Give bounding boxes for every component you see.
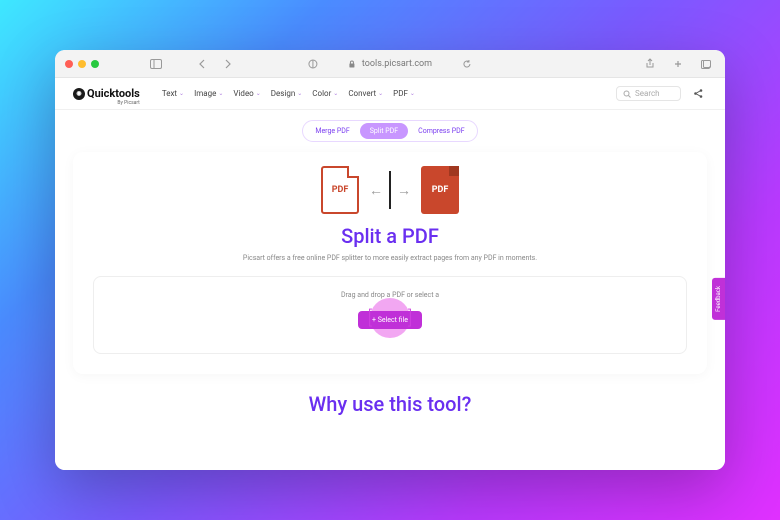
main-nav: Text⌄ Image⌄ Video⌄ Design⌄ Color⌄ Conve… — [162, 89, 415, 98]
back-icon[interactable] — [193, 55, 211, 73]
chevron-down-icon: ⌄ — [333, 90, 338, 97]
reload-icon[interactable] — [458, 55, 476, 73]
logo-icon: ◉ — [73, 88, 85, 100]
tab-split-pdf[interactable]: Split PDF — [360, 123, 408, 139]
tool-tabs: Merge PDF Split PDF Compress PDF — [55, 110, 725, 152]
arrow-left-icon: ← — [369, 182, 383, 199]
search-placeholder: Search — [635, 89, 660, 98]
minimize-icon[interactable] — [78, 60, 86, 68]
tab-merge-pdf[interactable]: Merge PDF — [305, 123, 359, 139]
chevron-down-icon: ⌄ — [218, 90, 223, 97]
illustration: PDF ← → PDF — [93, 166, 687, 214]
main-card: PDF ← → PDF Split a PDF Picsart offers a… — [73, 152, 707, 374]
feedback-tab[interactable]: Feedback — [712, 278, 725, 320]
new-tab-icon[interactable] — [669, 55, 687, 73]
tabs-icon[interactable] — [697, 55, 715, 73]
address-bar[interactable]: tools.picsart.com — [304, 55, 476, 73]
forward-icon[interactable] — [219, 55, 237, 73]
why-heading: Why use this tool? — [55, 392, 725, 416]
page-subtitle: Picsart offers a free online PDF splitte… — [93, 254, 687, 262]
dropzone[interactable]: Drag and drop a PDF or select a [] + Sel… — [93, 276, 687, 354]
chevron-down-icon: ⌄ — [256, 90, 261, 97]
close-icon[interactable] — [65, 60, 73, 68]
chevron-down-icon: ⌄ — [410, 90, 415, 97]
chevron-down-icon: ⌄ — [378, 90, 383, 97]
pdf-outline-icon: PDF — [321, 166, 359, 214]
divider-icon — [389, 171, 391, 209]
share-icon[interactable] — [641, 55, 659, 73]
nav-text[interactable]: Text⌄ — [162, 89, 184, 98]
page-content: ◉ Quicktools By Picsart Text⌄ Image⌄ Vid… — [55, 78, 725, 470]
nav-color[interactable]: Color⌄ — [312, 89, 338, 98]
url-text: tools.picsart.com — [362, 59, 432, 69]
logo-text: Quicktools — [87, 87, 140, 100]
nav-video[interactable]: Video⌄ — [233, 89, 260, 98]
shield-icon — [304, 55, 322, 73]
chevron-down-icon: ⌄ — [297, 90, 302, 97]
chevron-down-icon: ⌄ — [179, 90, 184, 97]
lock-icon — [348, 60, 356, 68]
pdf-solid-icon: PDF — [421, 166, 459, 214]
traffic-lights — [65, 60, 99, 68]
titlebar: tools.picsart.com — [55, 50, 725, 78]
search-input[interactable]: Search — [616, 86, 681, 101]
tab-compress-pdf[interactable]: Compress PDF — [408, 123, 474, 139]
browser-window: tools.picsart.com ◉ Quicktools By Picsar… — [55, 50, 725, 470]
nav-pdf[interactable]: PDF⌄ — [393, 89, 415, 98]
logo-subtitle: By Picsart — [117, 100, 139, 106]
search-icon — [623, 90, 631, 98]
cursor-brackets-icon: [] — [368, 308, 449, 329]
maximize-icon[interactable] — [91, 60, 99, 68]
page-title: Split a PDF — [93, 224, 687, 248]
share-network-icon[interactable] — [689, 85, 707, 103]
nav-image[interactable]: Image⌄ — [194, 89, 223, 98]
sidebar-icon[interactable] — [147, 55, 165, 73]
arrow-right-icon: → — [397, 182, 411, 199]
logo[interactable]: ◉ Quicktools By Picsart — [73, 87, 140, 100]
nav-design[interactable]: Design⌄ — [271, 89, 303, 98]
nav-convert[interactable]: Convert⌄ — [348, 89, 383, 98]
site-header: ◉ Quicktools By Picsart Text⌄ Image⌄ Vid… — [55, 78, 725, 110]
